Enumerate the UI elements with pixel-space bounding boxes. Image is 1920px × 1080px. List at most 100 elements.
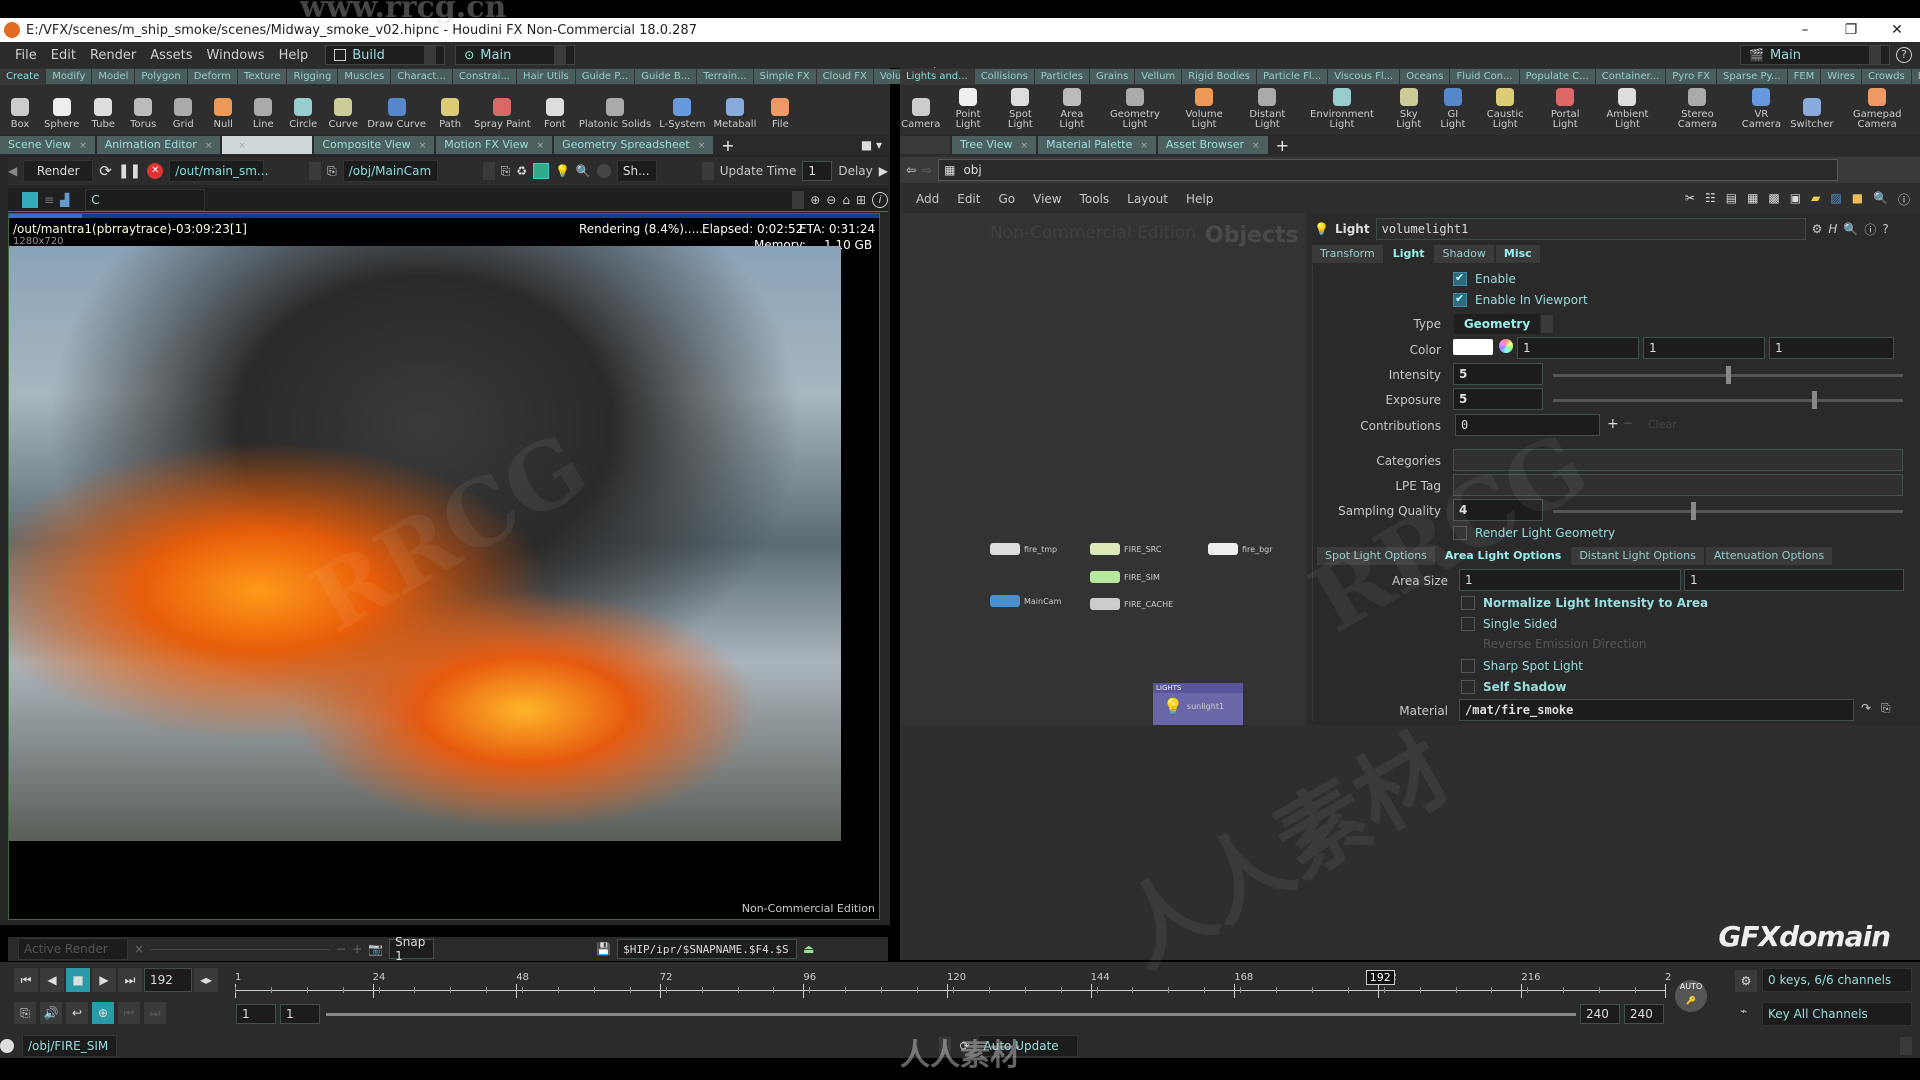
tab-scene-view[interactable]: Scene View ×	[0, 136, 95, 154]
shading-spinner[interactable]	[701, 162, 714, 180]
home-icon[interactable]: ⌂	[842, 193, 850, 207]
shelf-tab[interactable]: Particle Fl...	[1257, 69, 1328, 84]
single-sided-checkbox[interactable]	[1461, 616, 1475, 631]
shelf-tool[interactable]: Caustic Light	[1473, 85, 1536, 130]
shelf-tab[interactable]: Cloud FX	[816, 69, 873, 84]
render-view[interactable]: /out/mantra1(pbrraytrace)-03:09:23[1] 12…	[8, 213, 880, 920]
prev-key-icon[interactable]: ⏮	[118, 1002, 140, 1024]
auto-key-button[interactable]: AUTO 🔑	[1675, 980, 1707, 1012]
shelf-tool[interactable]: Draw Curve	[363, 85, 430, 130]
key-mode-selector[interactable]: Key All Channels	[1762, 1002, 1912, 1026]
shelf-tool[interactable]: Switcher	[1789, 85, 1834, 130]
zoom-render-icon[interactable]: 🔍	[576, 164, 591, 178]
jump-to-icon[interactable]: ↷	[1861, 701, 1871, 715]
operator-chooser-icon[interactable]: ⎘	[1881, 701, 1891, 716]
self-shadow-checkbox[interactable]	[1461, 679, 1475, 694]
h-icon[interactable]: H	[1828, 222, 1837, 236]
shelf-tool[interactable]: Curve	[323, 85, 363, 130]
normalize-checkbox[interactable]	[1461, 595, 1475, 610]
update-icon[interactable]: ⟳	[959, 1039, 969, 1053]
shelf-tool[interactable]: Sky Light	[1385, 85, 1432, 130]
frame-all-icon[interactable]: ⊞	[856, 193, 866, 207]
list-icon[interactable]: ≡	[44, 193, 54, 207]
shelf-tool[interactable]: L-System	[655, 85, 709, 130]
color-picker-icon[interactable]	[1499, 339, 1513, 353]
shelf-tool[interactable]: Font	[535, 85, 575, 130]
menu-assets[interactable]: Assets	[143, 48, 199, 63]
info-icon[interactable]: ⓘ	[1898, 191, 1910, 208]
grid-icon[interactable]: ▦	[1747, 191, 1758, 208]
add-tab-button[interactable]: +	[721, 136, 734, 155]
tab-asset-browser[interactable]: Asset Browser ×	[1157, 136, 1268, 154]
desktop-build-selector[interactable]: Build	[325, 45, 446, 65]
shelf-tool[interactable]: Gamepad Camera	[1834, 85, 1920, 130]
channel-list-icon[interactable]: ⚙	[1735, 970, 1757, 992]
preview-icon[interactable]	[532, 163, 549, 179]
shelf-tab[interactable]: Crowds	[1861, 69, 1911, 84]
rop-spinner[interactable]	[309, 162, 322, 180]
shelf-tool[interactable]: Portal Light	[1537, 85, 1594, 130]
loop-icon[interactable]: ↩	[66, 1002, 88, 1024]
tab-material-palette[interactable]: Material Palette ×	[1038, 136, 1156, 154]
net-menu-add[interactable]: Add	[916, 192, 939, 206]
shelf-tab[interactable]: Model	[92, 69, 135, 84]
info-icon[interactable]: ⓘ	[1864, 221, 1876, 238]
snapshot-output-path[interactable]: $HIP/ipr/$SNAPNAME.$F4.$S	[617, 939, 798, 959]
sampling-quality-slider[interactable]	[1553, 502, 1903, 520]
shelf-tool[interactable]: GI Light	[1432, 85, 1473, 130]
net-menu-layout[interactable]: Layout	[1127, 192, 1168, 206]
close-button[interactable]: ✕	[1874, 22, 1920, 38]
shelf-tab[interactable]: Drive Sim...	[1911, 69, 1920, 84]
shelf-tab[interactable]: Vellum	[1135, 69, 1182, 84]
node-fire-src[interactable]: FIRE_SRC	[1090, 543, 1161, 555]
normalize-toggle[interactable]: Normalize Light Intensity to Area	[1461, 595, 1708, 610]
shelf-tab[interactable]: Constrai...	[452, 69, 516, 84]
enable-viewport-checkbox[interactable]	[1453, 292, 1467, 307]
tab-motion-fx-view[interactable]: Motion FX View ×	[436, 136, 553, 154]
minimize-button[interactable]: –	[1782, 22, 1828, 38]
tab-spot-light-options[interactable]: Spot Light Options	[1317, 547, 1435, 565]
color-g-field[interactable]: 1	[1643, 337, 1765, 359]
shelf-tab[interactable]: Modify	[46, 69, 92, 84]
shelf-tab[interactable]: Polygon	[135, 69, 187, 84]
sphere-icon[interactable]	[596, 164, 611, 178]
shelf-tool[interactable]: File	[760, 85, 800, 130]
shelf-tab[interactable]: Grains	[1089, 69, 1135, 84]
tab-area-light-options[interactable]: Area Light Options	[1436, 547, 1570, 565]
plane-spinner[interactable]	[792, 190, 805, 209]
tab-animation-editor[interactable]: Animation Editor ×	[96, 136, 221, 154]
search-icon[interactable]: 🔍	[1843, 222, 1858, 236]
node-maincam[interactable]: MainCam	[990, 595, 1061, 607]
lpe-tag-field[interactable]	[1453, 474, 1903, 496]
intensity-slider-knob[interactable]	[1725, 366, 1731, 384]
desktop-main-selector-right[interactable]: 🎬 Main	[1740, 45, 1890, 65]
load-icon[interactable]: ⏏	[803, 942, 814, 956]
update-mode-selector[interactable]: Auto Update	[977, 1035, 1078, 1057]
shelf-tab[interactable]: FEM	[1787, 69, 1821, 84]
color-swatch[interactable]	[1453, 339, 1493, 355]
tab-light[interactable]: Light	[1384, 245, 1433, 263]
range-end-field[interactable]: 240	[1580, 1004, 1620, 1024]
sharp-spot-checkbox[interactable]	[1461, 658, 1475, 673]
intensity-slider[interactable]	[1553, 366, 1903, 384]
color-b-field[interactable]: 1	[1769, 337, 1894, 359]
range-slider[interactable]	[326, 1013, 1576, 1016]
area-size-x-field[interactable]: 1	[1459, 569, 1681, 591]
range-start2-field[interactable]: 1	[280, 1004, 320, 1024]
plus-icon[interactable]: +	[352, 942, 362, 956]
shelf-tool[interactable]: Grid	[163, 85, 203, 130]
refresh-icon[interactable]: ⟳	[99, 162, 112, 180]
shelf-tool[interactable]: Camera	[900, 85, 941, 130]
enable-checkbox[interactable]	[1453, 271, 1467, 286]
single-sided-toggle[interactable]: Single Sided	[1461, 616, 1557, 631]
desktop-main-selector[interactable]: ⊙ Main	[455, 45, 576, 65]
jump-end-button[interactable]: ⏭	[118, 968, 142, 992]
shelf-tab[interactable]: Collisions	[974, 69, 1034, 84]
back-icon[interactable]: ⇦	[906, 163, 916, 177]
type-menu[interactable]: Geometry	[1453, 313, 1541, 335]
clear-button[interactable]: Clear	[1648, 418, 1677, 431]
audio-icon[interactable]: 🔊	[40, 1002, 62, 1024]
shelf-tab[interactable]: Create	[0, 69, 46, 84]
sampling-slider-knob[interactable]	[1691, 502, 1696, 520]
shelf-tab[interactable]: Deform	[187, 69, 237, 84]
